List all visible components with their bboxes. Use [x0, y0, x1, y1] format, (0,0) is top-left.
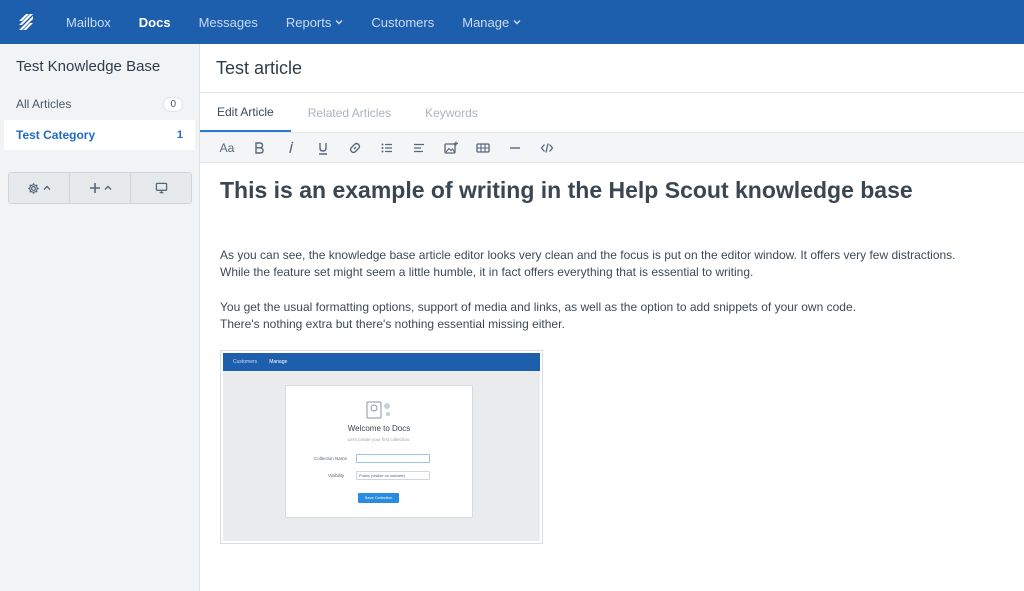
- horizontal-rule-icon: [510, 146, 520, 149]
- settings-menu-button[interactable]: [9, 173, 70, 203]
- underline-icon: [319, 142, 327, 155]
- nav-mailbox[interactable]: Mailbox: [52, 0, 125, 44]
- nav-customers[interactable]: Customers: [357, 0, 448, 44]
- underline-button[interactable]: [314, 139, 332, 157]
- align-left-icon: [414, 143, 424, 152]
- tab-edit-article[interactable]: Edit Article: [200, 93, 291, 132]
- plus-icon: [89, 183, 100, 193]
- tab-related-articles[interactable]: Related Articles: [291, 93, 408, 132]
- article-tabs: Edit Article Related Articles Keywords: [200, 93, 1024, 133]
- kb-title: Test Knowledge Base: [16, 58, 161, 75]
- nav-docs-label: Docs: [138, 14, 171, 30]
- nav-messages[interactable]: Messages: [185, 0, 272, 44]
- align-button[interactable]: [410, 139, 428, 157]
- visibility-label: Visibility: [328, 473, 345, 478]
- article-heading: This is an example of writing in the Hel…: [220, 177, 913, 203]
- font-icon: Aa: [219, 140, 235, 155]
- paragraph-line: As you can see, the knowledge base artic…: [220, 248, 956, 262]
- save-collection-button: Save Collection: [358, 493, 399, 503]
- bullet-list-icon: [381, 143, 392, 152]
- article-count-badge: 0: [163, 96, 183, 112]
- paragraph-line: While the feature set might seem a littl…: [220, 265, 754, 279]
- mini-nav: Customers Manage: [223, 353, 540, 371]
- paragraph-line: There's nothing extra but there's nothin…: [220, 317, 565, 331]
- monitor-icon: [155, 182, 167, 194]
- sidebar-item-all-articles[interactable]: All Articles 0: [4, 89, 195, 119]
- sidebar: Test Knowledge Base All Articles 0 Test …: [0, 44, 200, 591]
- insert-table-button[interactable]: [474, 139, 492, 157]
- mini-nav-item: Manage: [269, 359, 288, 365]
- insert-image-button[interactable]: [442, 139, 460, 157]
- horizontal-rule-button[interactable]: [506, 139, 524, 157]
- bold-button[interactable]: [250, 139, 268, 157]
- bullet-list-button[interactable]: [378, 139, 396, 157]
- paragraph: You get the usual formatting options, su…: [220, 299, 856, 333]
- code-button[interactable]: [538, 139, 556, 157]
- welcome-card: Welcome to Docs Let's create your first …: [285, 385, 473, 518]
- table-icon: [476, 142, 490, 153]
- visibility-select: Public (visible on website): [356, 471, 430, 480]
- article-title[interactable]: Test article: [216, 58, 302, 79]
- chevron-down-icon: [513, 20, 521, 25]
- italic-button[interactable]: [282, 139, 300, 157]
- link-button[interactable]: [346, 139, 364, 157]
- category-count: 1: [176, 129, 183, 141]
- nav-messages-label: Messages: [198, 14, 258, 30]
- link-icon: [349, 142, 361, 153]
- sidebar-item-test-category[interactable]: Test Category 1: [4, 120, 195, 150]
- nav-manage[interactable]: Manage: [448, 0, 535, 44]
- editor-toolbar: Aa: [200, 133, 1024, 163]
- collection-name-label: Collection Name: [314, 456, 348, 461]
- gear-icon: [28, 182, 39, 194]
- welcome-subtitle: Let's create your first collection.: [347, 437, 411, 442]
- article-editor[interactable]: This is an example of writing in the Hel…: [200, 163, 1024, 591]
- collection-name-input: [356, 454, 430, 463]
- italic-icon: [289, 141, 294, 153]
- nav-docs[interactable]: Docs: [125, 0, 185, 44]
- chevron-up-icon: [104, 185, 111, 190]
- docs-illustration-icon: [366, 401, 390, 419]
- welcome-title: Welcome to Docs: [347, 424, 411, 433]
- screenshot-content: Customers Manage Welcome to Docs Let's c…: [223, 353, 540, 541]
- nav-mailbox-label: Mailbox: [66, 14, 111, 30]
- nav-reports-label: Reports: [285, 14, 332, 30]
- paragraph-line: You get the usual formatting options, su…: [220, 300, 856, 314]
- tab-keywords[interactable]: Keywords: [408, 93, 495, 132]
- nav-customers-label: Customers: [371, 14, 435, 30]
- image-add-icon: [444, 141, 458, 154]
- code-icon: [540, 142, 554, 153]
- sidebar-item-label: All Articles: [16, 97, 72, 111]
- embedded-screenshot[interactable]: Customers Manage Welcome to Docs Let's c…: [220, 350, 543, 544]
- chevron-up-icon: [43, 185, 51, 190]
- sidebar-toolbar: [8, 172, 192, 204]
- main-content: Test article Edit Article Related Articl…: [200, 44, 1024, 591]
- mini-nav-item: Customers: [233, 359, 258, 365]
- paragraph: As you can see, the knowledge base artic…: [220, 247, 956, 281]
- bold-icon: [255, 141, 264, 154]
- nav-manage-label: Manage: [462, 14, 510, 30]
- sidebar-item-label: Test Category: [16, 128, 96, 142]
- helpscout-logo-icon[interactable]: [0, 0, 52, 44]
- nav-reports[interactable]: Reports: [272, 0, 358, 44]
- add-menu-button[interactable]: [70, 173, 131, 203]
- view-site-button[interactable]: [131, 173, 191, 203]
- chevron-down-icon: [335, 20, 343, 25]
- font-size-button[interactable]: Aa: [218, 139, 236, 157]
- top-nav: Mailbox Docs Messages Reports Customers …: [0, 0, 1024, 44]
